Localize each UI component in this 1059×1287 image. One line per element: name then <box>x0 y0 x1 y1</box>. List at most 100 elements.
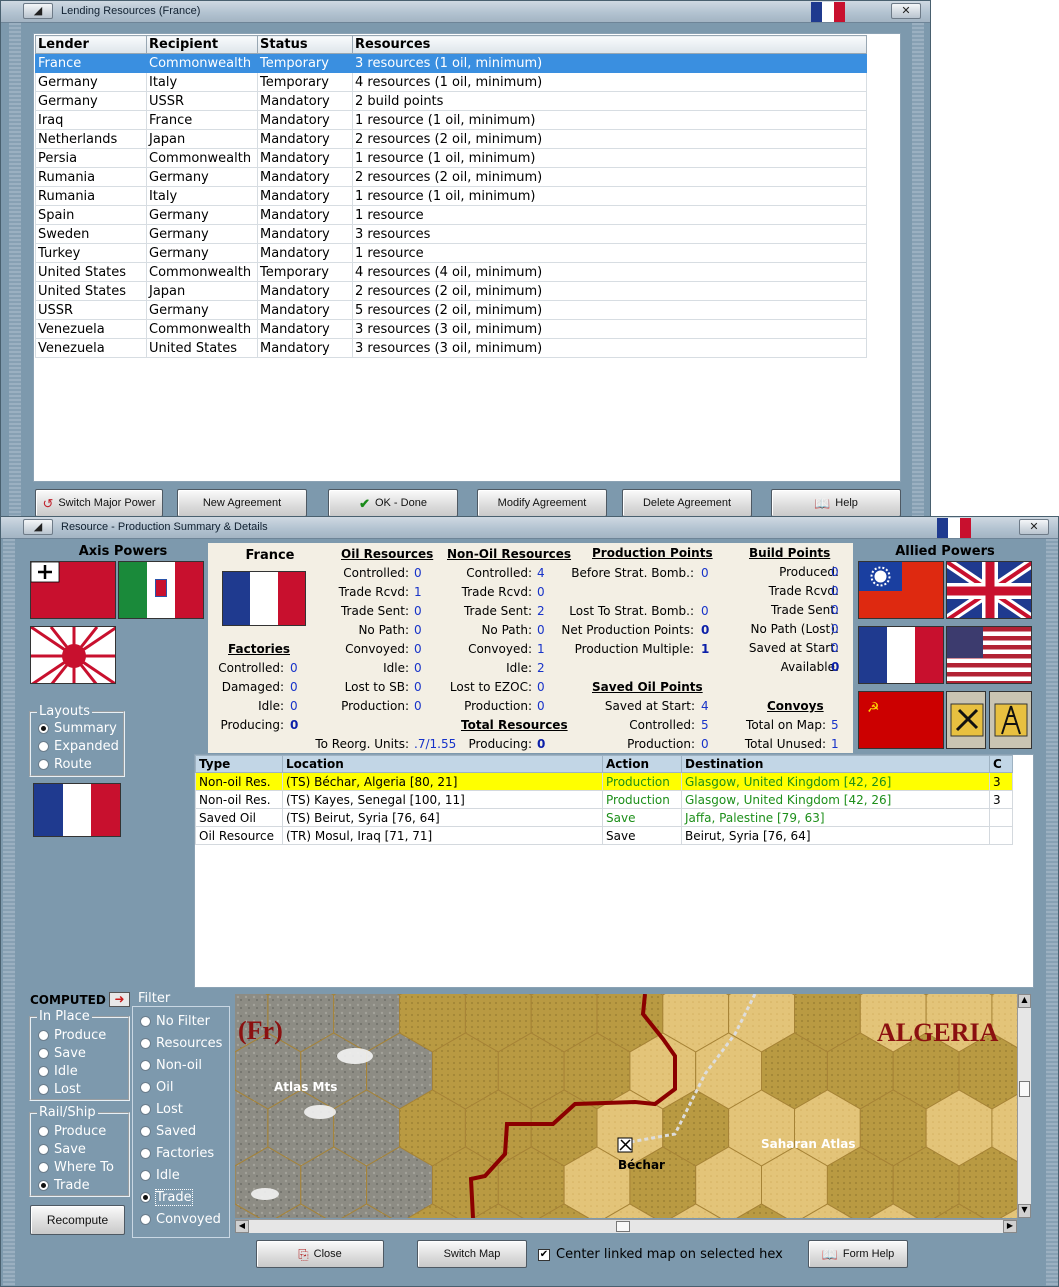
filter-resources-radio[interactable]: Resources <box>140 1036 222 1051</box>
table-row[interactable]: Germany USSR Mandatory 2 build points <box>35 91 867 111</box>
radio-dot-icon[interactable] <box>38 1084 49 1095</box>
radio-dot-icon[interactable] <box>140 1192 151 1203</box>
minimize-icon[interactable]: ◢ <box>23 519 53 535</box>
checkbox-checked-icon[interactable]: ✔ <box>538 1248 550 1261</box>
table-row[interactable]: Non-oil Res. (TS) Béchar, Algeria [80, 21… <box>195 772 1013 791</box>
table-row[interactable]: Germany Italy Temporary 4 resources (1 oil,… <box>35 72 867 92</box>
oil-derrick-icon[interactable] <box>989 691 1032 749</box>
japan-flag-icon[interactable] <box>30 626 116 684</box>
horizontal-scroll-thumb[interactable] <box>616 1221 630 1232</box>
close-icon[interactable]: ✕ <box>1019 519 1049 535</box>
help-button[interactable]: 📖 Help <box>771 489 901 517</box>
close-icon[interactable]: ✕ <box>891 3 921 19</box>
delete-agreement-button[interactable]: Delete Agreement <box>622 489 752 517</box>
in-place-produce-radio[interactable]: Produce <box>38 1028 106 1043</box>
form-help-button[interactable]: 📖 Form Help <box>808 1240 908 1268</box>
italy-flag-icon[interactable] <box>118 561 204 619</box>
ussr-flag-icon[interactable]: ☭ <box>858 691 944 749</box>
table-row[interactable]: Non-oil Res. (TS) Kayes, Senegal [100, 11… <box>195 790 1013 809</box>
table-row[interactable]: Venezuela United States Mandatory 3 resourc… <box>35 338 867 358</box>
column-header-lender[interactable]: Lender <box>35 35 147 54</box>
ok-done-button[interactable]: ✔ OK - Done <box>328 489 458 517</box>
table-row[interactable]: Rumania Italy Mandatory 1 resource (1 oil, … <box>35 186 867 206</box>
in-place-lost-radio[interactable]: Lost <box>38 1082 81 1097</box>
rail-ship-where-to-radio[interactable]: Where To <box>38 1160 114 1175</box>
column-header-recipient[interactable]: Recipient <box>146 35 258 54</box>
radio-dot-icon[interactable] <box>140 1038 151 1049</box>
radio-dot-icon[interactable] <box>140 1016 151 1027</box>
uk-flag-icon[interactable] <box>946 561 1032 619</box>
column-header-c[interactable]: C <box>989 755 1013 773</box>
filter-saved-radio[interactable]: Saved <box>140 1124 196 1139</box>
minimize-icon[interactable]: ◢ <box>23 3 53 19</box>
scroll-right-icon[interactable]: ▶ <box>1003 1220 1017 1233</box>
scroll-down-icon[interactable]: ▼ <box>1018 1204 1031 1218</box>
radio-dot-icon[interactable] <box>140 1104 151 1115</box>
switch-major-power-button[interactable]: ↺ Switch Major Power <box>35 489 163 517</box>
filter-oil-radio[interactable]: Oil <box>140 1080 173 1095</box>
radio-dot-icon[interactable] <box>38 1162 49 1173</box>
france-flag-icon[interactable] <box>858 626 944 684</box>
table-row[interactable]: Sweden Germany Mandatory 3 resources <box>35 224 867 244</box>
table-row[interactable]: France Commonwealth Temporary 3 resources (… <box>35 53 867 73</box>
radio-dot-icon[interactable] <box>38 1126 49 1137</box>
scroll-up-icon[interactable]: ▲ <box>1018 994 1031 1008</box>
table-row[interactable]: Saved Oil (TS) Beirut, Syria [76, 64] Save… <box>195 808 1013 827</box>
filter-no-filter-radio[interactable]: No Filter <box>140 1014 210 1029</box>
radio-dot-icon[interactable] <box>38 1144 49 1155</box>
table-row[interactable]: USSR Germany Mandatory 5 resources (2 oil, … <box>35 300 867 320</box>
usa-flag-icon[interactable] <box>946 626 1032 684</box>
table-row[interactable]: Netherlands Japan Mandatory 2 resources (2 … <box>35 129 867 149</box>
resource-mine-icon[interactable] <box>946 691 986 749</box>
column-header-type[interactable]: Type <box>195 755 283 773</box>
filter-lost-radio[interactable]: Lost <box>140 1102 183 1117</box>
china-flag-icon[interactable] <box>858 561 944 619</box>
in-place-save-radio[interactable]: Save <box>38 1046 86 1061</box>
column-header-location[interactable]: Location <box>282 755 603 773</box>
germany-flag-icon[interactable] <box>30 561 116 619</box>
rail-ship-trade-radio[interactable]: Trade <box>38 1178 90 1193</box>
table-row[interactable]: Spain Germany Mandatory 1 resource <box>35 205 867 225</box>
layout-expanded-radio[interactable]: Expanded <box>38 739 119 754</box>
close-button[interactable]: ⎘ Close <box>256 1240 384 1268</box>
scroll-left-icon[interactable]: ◀ <box>235 1220 249 1233</box>
radio-dot-icon[interactable] <box>140 1082 151 1093</box>
modify-agreement-button[interactable]: Modify Agreement <box>477 489 607 517</box>
filter-idle-radio[interactable]: Idle <box>140 1168 180 1183</box>
radio-dot-icon[interactable] <box>38 1030 49 1041</box>
column-header-resources[interactable]: Resources <box>352 35 867 54</box>
radio-dot-icon[interactable] <box>38 1048 49 1059</box>
filter-factories-radio[interactable]: Factories <box>140 1146 214 1161</box>
switch-map-button[interactable]: Switch Map <box>417 1240 527 1268</box>
table-row[interactable]: Venezuela Commonwealth Mandatory 3 resource… <box>35 319 867 339</box>
radio-dot-icon[interactable] <box>140 1060 151 1071</box>
center-linked-map-checkbox[interactable]: ✔ Center linked map on selected hex <box>538 1247 783 1262</box>
radio-dot-icon[interactable] <box>38 1066 49 1077</box>
vertical-scroll-thumb[interactable] <box>1019 1081 1030 1097</box>
rail-ship-produce-radio[interactable]: Produce <box>38 1124 106 1139</box>
table-row[interactable]: United States Japan Mandatory 2 resources (… <box>35 281 867 301</box>
layout-summary-radio[interactable]: Summary <box>38 721 117 736</box>
column-header-status[interactable]: Status <box>257 35 353 54</box>
table-row[interactable]: Iraq France Mandatory 1 resource (1 oil, mi… <box>35 110 867 130</box>
computed-arrow-button[interactable]: ➜ <box>109 992 130 1007</box>
column-header-destination[interactable]: Destination <box>681 755 990 773</box>
map-vertical-scrollbar[interactable]: ▲ ▼ <box>1017 994 1031 1218</box>
map-view[interactable]: (Fr) ALGERIA Atlas Mts Saharan Atlas Béc… <box>235 994 1017 1218</box>
table-row[interactable]: United States Commonwealth Temporary 4 reso… <box>35 262 867 282</box>
radio-dot-icon[interactable] <box>140 1126 151 1137</box>
radio-dot-icon[interactable] <box>140 1170 151 1181</box>
production-titlebar[interactable]: ◢ Resource - Production Summary & Detail… <box>1 517 1058 539</box>
filter-trade-radio[interactable]: Trade <box>140 1189 193 1206</box>
radio-dot-icon[interactable] <box>140 1148 151 1159</box>
column-header-action[interactable]: Action <box>602 755 682 773</box>
rail-ship-save-radio[interactable]: Save <box>38 1142 86 1157</box>
table-row[interactable]: Persia Commonwealth Mandatory 1 resource (1… <box>35 148 867 168</box>
table-row[interactable]: Turkey Germany Mandatory 1 resource <box>35 243 867 263</box>
in-place-idle-radio[interactable]: Idle <box>38 1064 78 1079</box>
layout-route-radio[interactable]: Route <box>38 757 92 772</box>
radio-dot-icon[interactable] <box>38 1180 49 1191</box>
filter-convoyed-radio[interactable]: Convoyed <box>140 1212 221 1227</box>
radio-dot-icon[interactable] <box>140 1214 151 1225</box>
new-agreement-button[interactable]: New Agreement <box>177 489 307 517</box>
